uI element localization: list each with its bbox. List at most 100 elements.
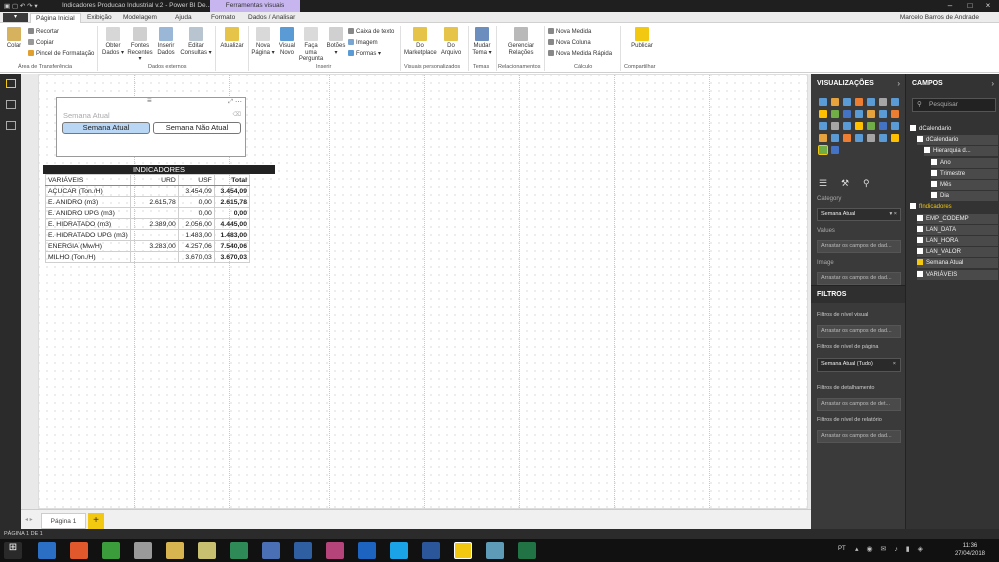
field-item[interactable]: Hierarquia d... [924,146,998,157]
report-filter-drop[interactable]: Arrastar os campos de dad... [817,430,901,443]
textbox-button[interactable]: Caixa de texto [348,28,394,36]
skype-icon[interactable] [390,542,408,559]
column-header[interactable]: URD [129,174,179,186]
clustered-bar-icon[interactable] [879,110,887,118]
checkbox[interactable] [917,237,923,243]
checkbox[interactable] [931,169,937,176]
ie-browser-icon[interactable] [38,542,56,559]
recent-sources-button[interactable]: Fontes Recentes ▾ [127,27,153,63]
new-column-button[interactable]: Nova Coluna [548,39,591,47]
ribbon-chart-icon[interactable] [891,98,899,106]
scatter-icon[interactable] [831,110,839,118]
line-chart-icon[interactable] [855,134,863,142]
line-chart-icon[interactable] [867,98,875,106]
app-icon[interactable] [262,542,280,559]
field-item[interactable]: LAN_HORA [917,236,998,246]
tab-home[interactable]: Página Inicial [30,13,81,23]
chevron-right-icon[interactable]: › [897,79,900,88]
edit-queries-button[interactable]: Editar Consultas ▾ [180,27,212,56]
copy-button[interactable]: Copiar [28,39,54,47]
app-icon[interactable] [326,542,344,559]
pie-chart-icon[interactable] [831,146,839,154]
field-item[interactable]: Dia [931,191,998,202]
values-well[interactable]: Arrastar os campos de dad... [817,240,901,253]
checkbox[interactable] [931,192,937,199]
tray-icons[interactable]: ▴ ◉ ✉ ♪ ▮ ◈ [855,545,926,553]
tab-modeling[interactable]: Modelagem [118,13,162,23]
enter-data-button[interactable]: Inserir Dados [155,27,177,56]
table-row[interactable]: AÇUCAR (Ton./H) 3.454,09 3.454,09 [45,185,251,197]
ask-question-button[interactable]: Faça uma Pergunta [298,27,324,63]
field-item[interactable]: fIndicadores [910,202,998,212]
explorer-folder-icon[interactable] [166,542,184,559]
checkbox[interactable] [917,225,923,232]
paste-button[interactable]: Colar [4,27,24,50]
area-chart-icon[interactable] [867,134,875,142]
image-button[interactable]: Imagem [348,39,378,47]
close-icon[interactable]: × [979,0,997,12]
stacked-column-icon[interactable] [819,134,827,142]
eraser-icon[interactable]: ⌫ [233,111,241,118]
column-header[interactable]: Total [213,174,251,186]
buttons-button[interactable]: Botões ▾ [326,27,346,56]
table-row[interactable]: ENERGIA (Mw/H) 3.283,00 4.257,06 7.540,06 [45,240,251,252]
field-item[interactable]: LAN_DATA [917,224,998,235]
minimize-icon[interactable]: – [941,0,959,12]
table-row[interactable]: MILHO (Ton./H) 3.670,03 3.670,03 [45,251,251,263]
new-visual-button[interactable]: Visual Novo [277,27,297,56]
cut-button[interactable]: Recortar [28,28,59,36]
field-item[interactable]: dCalendario [910,124,998,134]
pie-chart-icon[interactable] [843,110,851,118]
excel-icon[interactable] [518,542,536,559]
field-item[interactable]: Mês [931,180,998,190]
shapes-button[interactable]: Formas ▾ [348,50,381,58]
app-icon[interactable] [198,542,216,559]
column-header[interactable]: USF [177,174,215,186]
stacked-column-icon[interactable] [831,98,839,106]
format-paint-roller-icon[interactable]: ⚒ [841,178,849,189]
clustered-column-icon[interactable] [855,98,863,106]
category-well[interactable]: Semana Atual ▾ × [817,208,901,221]
drag-handle-icon[interactable]: ≡ [147,96,152,105]
new-measure-button[interactable]: Nova Medida [548,28,591,36]
field-item[interactable]: Ano [931,157,998,168]
maximize-icon[interactable]: □ [961,0,979,12]
clock[interactable]: 11:36 27/04/2018 [955,542,985,558]
outlook-icon[interactable] [358,542,376,559]
field-item[interactable]: VARIÁVEIS [917,269,998,280]
table-row[interactable]: E. HIDRATADO (m3) 2.389,00 2.056,00 4.445,0… [45,218,251,230]
checkbox[interactable] [917,248,923,255]
checkbox[interactable] [910,125,916,131]
table-row[interactable]: E. ANIDRO (m3) 2.615,78 0,00 2.615,78 [45,196,251,208]
stacked-bar-icon[interactable] [891,122,899,130]
ribbon-chart-icon[interactable] [879,134,887,142]
checkbox[interactable] [924,147,930,154]
page-nav-arrows-icon[interactable]: ◂ ▸ [25,516,33,523]
focus-mode-icon[interactable]: ⤢ [228,99,233,106]
column-header[interactable]: VARIÁVEIS [45,174,131,186]
tab-view[interactable]: Exibição [82,13,117,23]
table-row[interactable]: E. ANIDRO UPG (m3) 0,00 0,00 [45,207,251,219]
get-data-button[interactable]: Obter Dados ▾ [101,27,125,56]
table-row[interactable]: E. HIDRATADO UPG (m3) 1.483,00 1.483,00 [45,229,251,241]
chevron-right-icon[interactable]: › [991,79,994,88]
checkbox[interactable] [931,158,937,165]
field-item[interactable]: Trimestre [931,168,998,179]
pie-chart-icon[interactable] [879,122,887,130]
checkbox[interactable] [917,259,923,266]
waterfall-icon[interactable] [855,122,863,130]
page-filter-card[interactable]: Semana Atual (Tudo) × [817,358,901,372]
word-icon[interactable] [422,542,440,559]
chrome-icon[interactable] [102,542,120,559]
checkbox[interactable] [917,136,923,143]
new-page-button[interactable]: Nova Página ▾ [251,27,275,56]
scatter-icon[interactable] [818,145,828,155]
tab-help[interactable]: Ajuda [170,13,197,23]
clustered-column-icon[interactable] [843,134,851,142]
checkbox[interactable] [917,270,923,277]
area-chart-icon[interactable] [879,98,887,106]
remove-field-icon[interactable]: ▾ × [889,209,897,220]
publish-button[interactable]: Publicar [628,27,656,50]
quick-measure-button[interactable]: Nova Medida Rápida [548,50,612,58]
page-tab-1[interactable]: Página 1 [41,513,86,529]
